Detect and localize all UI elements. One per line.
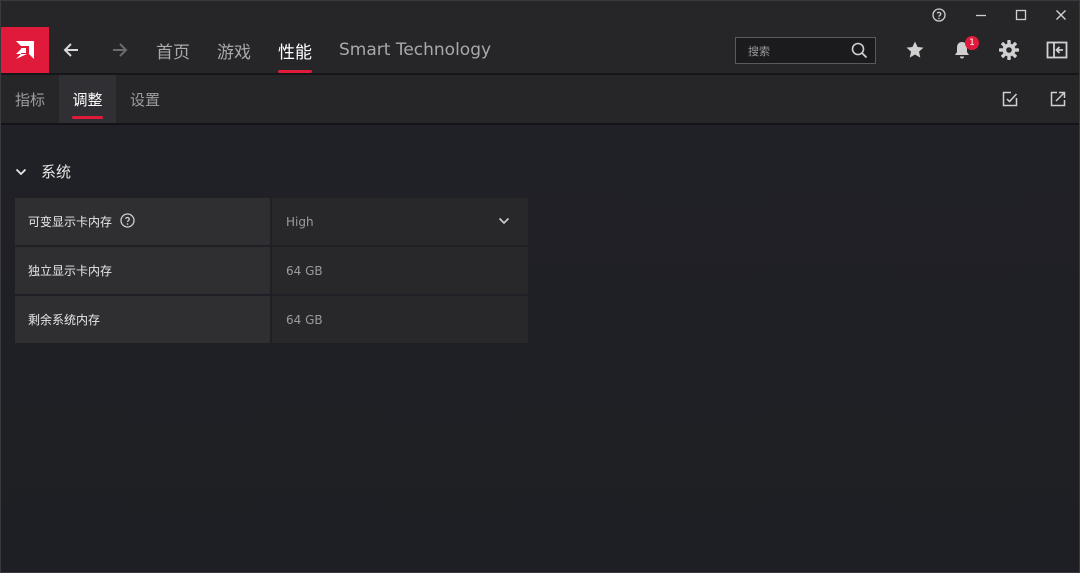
search-input[interactable] xyxy=(746,38,850,65)
tab-active-indicator xyxy=(72,116,103,119)
amd-logo-icon[interactable] xyxy=(1,27,49,73)
tab-settings-label: 设置 xyxy=(129,90,160,109)
nav-gaming[interactable]: 游戏 xyxy=(217,27,251,73)
section-header-system[interactable]: 系统 xyxy=(15,159,71,183)
arrow-left-icon[interactable] xyxy=(56,27,86,73)
close-icon[interactable] xyxy=(1041,1,1079,29)
nav-smart-technology-label: Smart Technology xyxy=(339,40,492,60)
app-window: 首页 游戏 性能 Smart Technology 搜索 1 指标 调整 设置 … xyxy=(0,0,1080,573)
row-label: 可变显示卡内存 xyxy=(28,215,113,229)
table-row-dedicated-graphics-memory: 独立显示卡内存 64 GB xyxy=(15,247,528,294)
chevron-down-icon[interactable] xyxy=(498,214,510,228)
sub-navigation: 指标 调整 设置 xyxy=(1,75,1079,125)
dropdown-selected-value: High xyxy=(286,214,314,229)
nav-performance[interactable]: 性能 xyxy=(278,27,312,73)
table-row-remaining-system-memory: 剩余系统内存 64 GB xyxy=(15,296,528,343)
save-profile-icon[interactable] xyxy=(992,75,1028,123)
nav-gaming-label: 游戏 xyxy=(217,42,251,63)
minimize-icon[interactable] xyxy=(961,1,1001,29)
nav-home[interactable]: 首页 xyxy=(156,27,190,73)
tab-settings[interactable]: 设置 xyxy=(116,75,174,123)
row-label-cell: 可变显示卡内存 xyxy=(15,198,270,245)
row-label: 独立显示卡内存 xyxy=(28,264,113,278)
sidebar-exit-icon[interactable] xyxy=(1039,27,1075,73)
main-content: 系统 可变显示卡内存 High 独立显示卡内存 64 GB 剩余系统内存 64 … xyxy=(1,125,1079,572)
arrow-right-icon[interactable] xyxy=(105,27,135,73)
tab-metrics-label: 指标 xyxy=(14,90,45,109)
bell-icon[interactable] xyxy=(944,27,980,73)
chevron-down-icon[interactable] xyxy=(15,162,27,180)
help-circle-icon[interactable] xyxy=(919,1,959,29)
search-box[interactable] xyxy=(735,37,876,65)
top-navigation: 首页 游戏 性能 Smart Technology xyxy=(1,27,1079,75)
row-value-cell: 64 GB xyxy=(272,296,528,343)
row-label-cell: 剩余系统内存 xyxy=(15,296,270,343)
row-label-cell: 独立显示卡内存 xyxy=(15,247,270,294)
row-label: 剩余系统内存 xyxy=(28,313,101,327)
tab-tuning[interactable]: 调整 xyxy=(59,75,116,123)
title-bar xyxy=(1,1,1079,29)
export-icon[interactable] xyxy=(1040,75,1076,123)
nav-performance-label: 性能 xyxy=(278,42,312,63)
memory-settings-table: 可变显示卡内存 High 独立显示卡内存 64 GB 剩余系统内存 64 GB xyxy=(15,198,528,345)
gear-icon[interactable] xyxy=(991,27,1027,73)
maximize-icon[interactable] xyxy=(1001,1,1041,29)
row-value: 64 GB xyxy=(286,312,323,327)
section-title: 系统 xyxy=(41,162,72,181)
star-icon[interactable] xyxy=(897,27,933,73)
table-row-variable-graphics-memory: 可变显示卡内存 High xyxy=(15,198,528,245)
variable-memory-dropdown[interactable]: High xyxy=(272,198,528,245)
tab-tuning-label: 调整 xyxy=(72,90,103,109)
search-icon[interactable] xyxy=(851,42,868,63)
tab-metrics[interactable]: 指标 xyxy=(1,75,59,123)
row-value-cell: 64 GB xyxy=(272,247,528,294)
row-value: 64 GB xyxy=(286,263,323,278)
nav-home-label: 首页 xyxy=(156,42,190,63)
help-circle-icon[interactable] xyxy=(120,212,135,231)
notification-badge: 1 xyxy=(965,36,979,50)
nav-smart-technology[interactable]: Smart Technology xyxy=(339,27,491,73)
